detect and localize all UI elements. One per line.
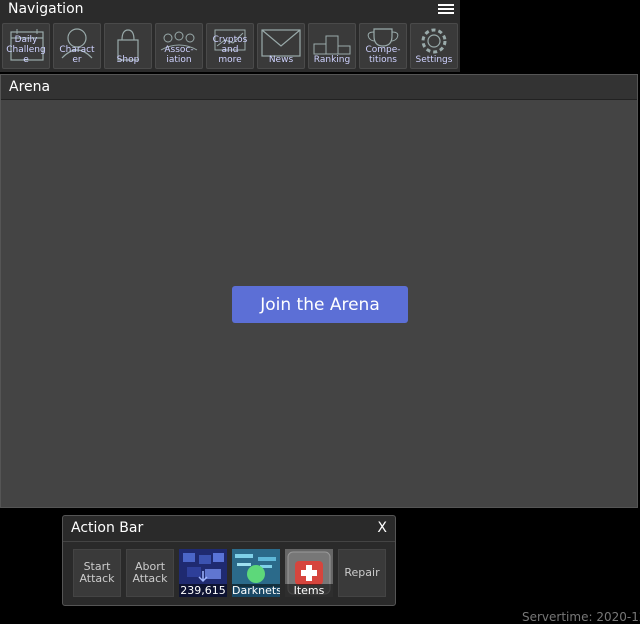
nav-label-line: News: [268, 55, 294, 65]
nav-label-line: e: [23, 55, 29, 65]
abort-attack-button[interactable]: Abort Attack: [126, 549, 174, 597]
darknets-slot[interactable]: Darknets: [232, 549, 280, 597]
resource-count: 239,615: [179, 584, 227, 597]
navigation-icons: Daily Challeng e Charact er Shop Assoc- …: [2, 23, 458, 69]
nav-shop[interactable]: Shop: [104, 23, 152, 69]
action-bar-slots: Start Attack Abort Attack 239,615 Darkne…: [73, 549, 386, 597]
nav-label-line: and: [221, 45, 239, 55]
action-bar-title: Action Bar: [63, 516, 395, 542]
items-slot[interactable]: Items: [285, 549, 333, 597]
arena-panel: Arena Join the Arena: [0, 74, 638, 508]
nav-label-line: Cryptos: [212, 35, 248, 45]
nav-competitions[interactable]: Compe- titions: [359, 23, 407, 69]
servertime-text: Servertime: 2020-12: [522, 610, 640, 624]
items-label: Items: [285, 584, 333, 597]
nav-label-line: iation: [166, 55, 192, 65]
nav-news[interactable]: News: [257, 23, 305, 69]
join-arena-button[interactable]: Join the Arena: [232, 286, 408, 323]
hamburger-menu-icon[interactable]: [438, 2, 454, 16]
resource-slot[interactable]: 239,615: [179, 549, 227, 597]
action-bar: Action Bar X Start Attack Abort Attack 2…: [62, 515, 396, 606]
nav-label-line: Shop: [116, 55, 140, 65]
nav-label-line: Assoc-: [164, 45, 194, 55]
repair-button[interactable]: Repair: [338, 549, 386, 597]
nav-ranking[interactable]: Ranking: [308, 23, 356, 69]
nav-label-line: more: [218, 55, 242, 65]
darknets-label: Darknets: [232, 584, 280, 597]
nav-label-line: Daily: [14, 35, 38, 45]
arena-title: Arena: [1, 75, 637, 100]
nav-label-line: er: [72, 55, 82, 65]
nav-cryptos[interactable]: Cryptos and more: [206, 23, 254, 69]
navigation-title: Navigation: [8, 1, 84, 17]
nav-label-line: Ranking: [313, 55, 351, 65]
nav-label-line: Charact: [59, 45, 95, 55]
nav-label-line: titions: [369, 55, 397, 65]
close-button[interactable]: X: [377, 520, 387, 536]
start-attack-button[interactable]: Start Attack: [73, 549, 121, 597]
navigation-panel: Navigation Daily Challeng e Charact er S…: [0, 0, 460, 72]
nav-daily-challenge[interactable]: Daily Challeng e: [2, 23, 50, 69]
nav-label-line: Challeng: [6, 45, 46, 55]
nav-label-line: Compe-: [365, 45, 401, 55]
nav-association[interactable]: Assoc- iation: [155, 23, 203, 69]
nav-character[interactable]: Charact er: [53, 23, 101, 69]
nav-label-line: Settings: [415, 55, 453, 65]
nav-settings[interactable]: Settings: [410, 23, 458, 69]
